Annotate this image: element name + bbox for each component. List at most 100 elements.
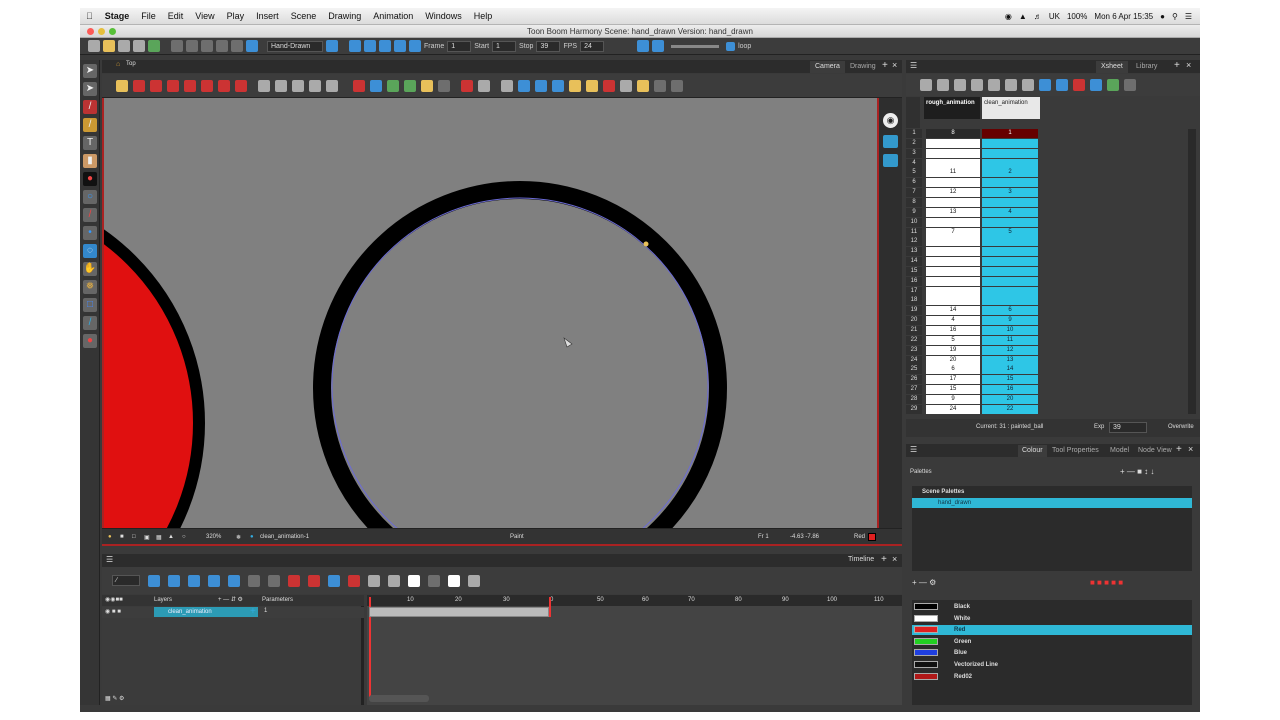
onion-skin-br-icon[interactable]	[218, 79, 230, 92]
menu-view[interactable]: View	[189, 11, 220, 21]
lock-icon[interactable]	[569, 79, 581, 92]
layer-top-icon[interactable]	[258, 79, 270, 92]
add-peg-icon[interactable]	[168, 574, 180, 587]
transform-tool-icon[interactable]: ❅	[83, 280, 97, 294]
timeline-zoom-slider[interactable]	[369, 695, 429, 702]
timeline-tab[interactable]: Timeline	[848, 556, 874, 563]
zoom-level[interactable]: 320%	[206, 534, 221, 540]
xsheet-cell[interactable]: 12	[926, 188, 980, 198]
xsheet-cell[interactable]: 1	[982, 129, 1038, 138]
cut-icon[interactable]	[201, 40, 213, 52]
menu-scene[interactable]: Scene	[285, 11, 323, 21]
light-table-icon[interactable]	[116, 79, 128, 92]
stop-input[interactable]: 39	[536, 40, 561, 52]
swatch-row[interactable]: Vectorized Line	[912, 660, 1192, 670]
xsheet-close-icon[interactable]: ×	[1186, 60, 1191, 70]
column-header[interactable]: rough_animation	[924, 97, 980, 119]
status-tool-icon[interactable]: ■	[120, 534, 124, 540]
colour-swatch[interactable]	[914, 661, 938, 668]
page-icon[interactable]	[448, 574, 460, 587]
swatch-row[interactable]: Red02	[912, 672, 1192, 682]
xsheet-cell[interactable]	[982, 296, 1038, 306]
xsheet-cell[interactable]	[926, 247, 980, 257]
interpolation-select[interactable]: ∕	[112, 575, 140, 586]
hand-tool-icon[interactable]: ✋	[83, 262, 97, 276]
xsheet-cell[interactable]	[926, 148, 980, 158]
brush-tool-icon[interactable]: /	[83, 100, 97, 114]
xsheet-marker-icon[interactable]	[971, 79, 983, 91]
xsheet-cell[interactable]	[982, 158, 1038, 168]
blank-cell-icon[interactable]	[408, 574, 420, 587]
stroke-tool-icon[interactable]: •	[83, 226, 97, 240]
xsheet-add-icon[interactable]: +	[1174, 60, 1180, 71]
exposure-track[interactable]	[369, 607, 549, 617]
xsheet-print-icon[interactable]	[1022, 79, 1034, 91]
swatch-row[interactable]: Red	[912, 625, 1192, 636]
menu-help[interactable]: Help	[468, 11, 499, 21]
layer-stack-icon[interactable]	[883, 135, 898, 148]
xsheet-cell[interactable]: 4	[982, 207, 1038, 217]
colour-swatch[interactable]	[914, 672, 938, 680]
fps-input[interactable]: 24	[580, 40, 605, 52]
xsheet-cell[interactable]: 7	[926, 227, 980, 237]
palette-item[interactable]: hand_drawn	[912, 498, 1192, 508]
xsheet-cell[interactable]: 17	[926, 375, 980, 385]
onion-skin-i-icon[interactable]	[184, 79, 196, 92]
tab-drawing[interactable]: Drawing	[845, 61, 881, 73]
xsheet-f-icon[interactable]	[1107, 79, 1119, 91]
menu-file[interactable]: File	[135, 11, 162, 21]
xsheet-cell[interactable]: 6	[982, 306, 1038, 316]
xsheet-cell[interactable]: 10	[982, 326, 1038, 335]
xsheet-cell[interactable]	[982, 138, 1038, 148]
xsheet-cell[interactable]: 11	[982, 335, 1038, 345]
xsheet-cell[interactable]	[926, 138, 980, 148]
xsheet-scrollbar[interactable]	[1188, 129, 1196, 414]
xsheet-cell[interactable]	[926, 237, 980, 247]
stop-marker[interactable]	[549, 597, 551, 617]
lock-all-icon[interactable]	[586, 79, 598, 92]
undo-icon[interactable]	[171, 40, 183, 52]
settings-gear-icon[interactable]	[478, 79, 490, 92]
xsheet-cell[interactable]	[926, 257, 980, 267]
layer-add-icon[interactable]: +	[250, 606, 256, 617]
xsheet-cell[interactable]	[926, 296, 980, 306]
colour-swatch[interactable]	[914, 626, 938, 634]
xsheet-cell[interactable]	[982, 217, 1038, 227]
next-frame-icon[interactable]	[652, 40, 665, 52]
extend-exposure-icon[interactable]	[368, 574, 380, 587]
xsheet-cell[interactable]	[982, 257, 1038, 267]
timeline-close-icon[interactable]: ×	[892, 554, 897, 564]
layer-add-remove-icon[interactable]: + — ⇵ ⚙	[218, 596, 243, 603]
save-all-icon[interactable]	[133, 40, 145, 52]
zoom-window-button[interactable]	[109, 28, 116, 35]
motion-path-icon[interactable]	[228, 574, 240, 587]
close-view-icon[interactable]: ×	[892, 60, 897, 70]
colour-swatch[interactable]	[914, 649, 938, 657]
xsheet-cell[interactable]	[982, 237, 1038, 247]
brush-b-icon[interactable]	[370, 79, 382, 92]
key-red-alt-icon[interactable]	[308, 574, 320, 587]
layer-row[interactable]: ◉ ■ ■ clean_animation + 1	[102, 606, 364, 618]
layer-name[interactable]: clean_animation	[154, 607, 258, 617]
xsheet-grid[interactable]: rough_animation clean_animation 1 8 1 2 3 4 5 11 2…	[906, 97, 1200, 419]
xsheet-record-icon[interactable]	[1073, 79, 1085, 91]
xsheet-key-icon[interactable]	[988, 79, 1000, 91]
pencil-tool-icon[interactable]: /	[83, 118, 97, 132]
xsheet-cell[interactable]: 20	[926, 355, 980, 365]
xsheet-cell[interactable]	[926, 286, 980, 296]
play-icon[interactable]	[349, 40, 361, 52]
cut-timeline-icon[interactable]	[348, 574, 360, 587]
keyframe-kf-icon[interactable]	[208, 574, 220, 587]
xsheet-cell[interactable]	[926, 178, 980, 188]
dropper-tool-icon[interactable]: /	[83, 208, 97, 222]
brush-re-icon[interactable]	[421, 79, 433, 92]
tab-camera[interactable]: Camera	[810, 61, 845, 73]
loop-checkbox[interactable]	[726, 41, 736, 51]
swatch-row[interactable]: Black	[912, 602, 1192, 612]
xsheet-cell[interactable]: 12	[982, 345, 1038, 355]
paint-bucket-icon[interactable]: ●	[83, 334, 97, 348]
tab-xsheet[interactable]: Xsheet	[1096, 61, 1128, 73]
tab-node-view[interactable]: Node View	[1138, 445, 1172, 457]
pen-tool-icon[interactable]: /	[83, 316, 97, 330]
line-tool-icon[interactable]	[603, 79, 615, 92]
